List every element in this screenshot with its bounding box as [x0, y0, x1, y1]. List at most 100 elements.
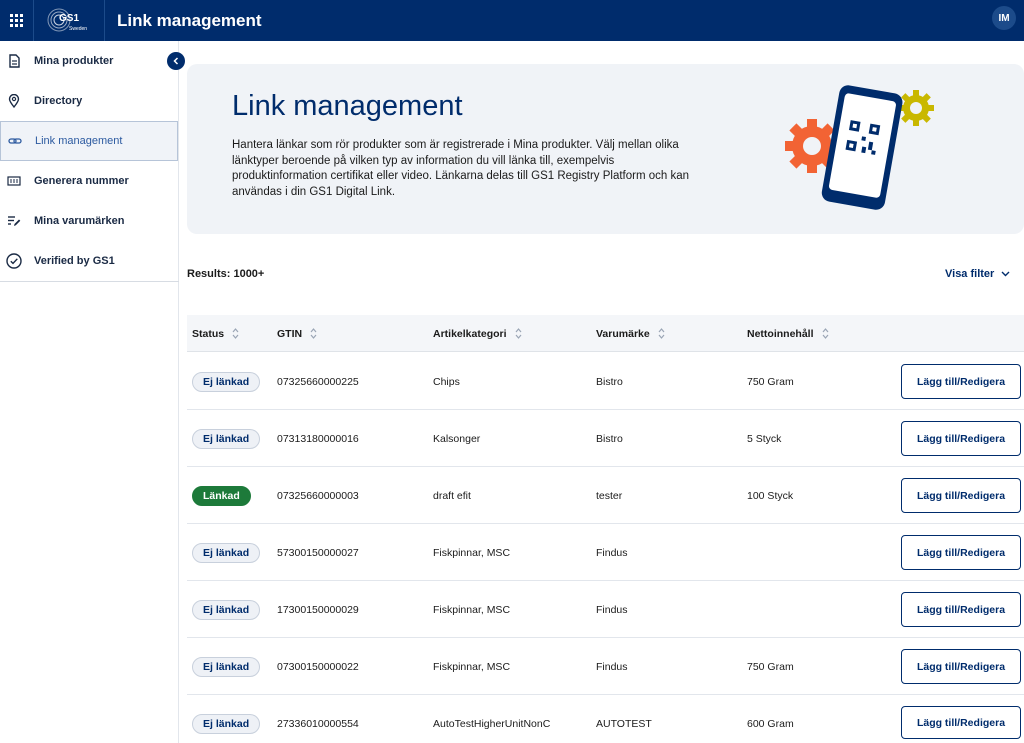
add-edit-button[interactable]: Lägg till/Redigera	[901, 706, 1021, 739]
sort-icon	[310, 328, 317, 339]
sort-icon	[515, 328, 521, 339]
document-icon	[6, 53, 22, 69]
add-edit-button[interactable]: Lägg till/Redigera	[901, 535, 1021, 570]
table-row: Ej länkad 07313180000016 Kalsonger Bistr…	[187, 410, 1024, 467]
column-label: Artikelkategori	[433, 327, 507, 340]
app-launcher-button[interactable]	[0, 0, 33, 41]
table-header: Status GTIN Artikelkategori Varumärke Ne…	[187, 315, 1024, 352]
column-label: Varumärke	[596, 327, 650, 340]
status-badge: Ej länkad	[192, 599, 261, 620]
table-row: Ej länkad 57300150000027 Fiskpinnar, MSC…	[187, 524, 1024, 581]
sidebar-item-mina-produkter[interactable]: Mina produkter	[0, 41, 178, 81]
table-row: Ej länkad 07325660000225 Chips Bistro 75…	[187, 353, 1024, 410]
status-badge: Ej länkad	[192, 656, 261, 677]
hero-description: Hantera länkar som rör produkter som är …	[232, 139, 690, 198]
sidebar-item-label: Mina varumärken	[34, 215, 125, 227]
category-cell: Chips	[433, 375, 460, 388]
table-row: Ej länkad 07300150000022 Fiskpinnar, MSC…	[187, 638, 1024, 695]
sidebar-item-directory[interactable]: Directory	[0, 81, 178, 121]
logo-subtext: Sweden	[69, 25, 88, 32]
sort-icon	[232, 328, 239, 339]
column-label: GTIN	[277, 327, 303, 340]
gtin-cell: 07313180000016	[277, 432, 359, 445]
status-badge: Ej länkad	[192, 713, 261, 734]
sort-icon	[822, 328, 828, 339]
user-avatar[interactable]: IM	[992, 6, 1016, 30]
link-icon	[7, 133, 23, 149]
status-badge: Länkad	[192, 485, 251, 506]
table-row: Länkad 07325660000003 draft efit tester …	[187, 467, 1024, 524]
add-edit-button[interactable]: Lägg till/Redigera	[901, 421, 1021, 456]
net-content-cell: 600 Gram	[747, 717, 794, 730]
brand-cell: Findus	[596, 603, 628, 616]
gtin-cell: 27336010000554	[277, 717, 359, 730]
status-badge: Ej länkad	[192, 371, 261, 392]
net-content-cell: 5 Styck	[747, 432, 782, 445]
column-header-gtin[interactable]: GTIN	[277, 315, 317, 352]
gs1-logo: GS1 Sweden	[47, 7, 91, 35]
gtin-cell: 07325660000003	[277, 489, 359, 502]
yellow-gear-icon	[898, 90, 934, 126]
column-label: Status	[192, 327, 225, 340]
filter-label: Visa filter	[945, 268, 995, 280]
net-content-cell: 750 Gram	[747, 375, 794, 388]
chevron-down-icon	[1001, 271, 1010, 277]
hero-banner: Link management Hantera länkar som rör p…	[187, 64, 1024, 234]
apps-grid-icon	[10, 14, 23, 27]
sidebar-item-label: Generera nummer	[34, 175, 129, 187]
column-header-status[interactable]: Status	[192, 315, 239, 352]
brand-cell: tester	[596, 489, 623, 502]
gtin-cell: 07325660000225	[277, 375, 359, 388]
logo-container[interactable]: GS1 Sweden	[33, 0, 105, 41]
sidebar-item-generera-nummer[interactable]: Generera nummer	[0, 161, 178, 201]
brand-cell: Findus	[596, 660, 628, 673]
table-row: Ej länkad 17300150000029 Fiskpinnar, MSC…	[187, 581, 1024, 638]
gtin-cell: 07300150000022	[277, 660, 359, 673]
sidebar-item-label: Link management	[35, 135, 123, 147]
column-label: Nettoinnehåll	[747, 327, 814, 340]
category-cell: AutoTestHigherUnitNonC	[433, 717, 551, 730]
results-count: Results: 1000+	[187, 268, 265, 280]
net-content-cell: 750 Gram	[747, 660, 794, 673]
check-circle-icon	[6, 253, 22, 269]
status-badge: Ej länkad	[192, 542, 261, 563]
sidebar-item-mina-varumarken[interactable]: Mina varumärken	[0, 201, 178, 241]
barcode-number-icon	[6, 173, 22, 189]
brand-cell: Findus	[596, 546, 628, 559]
sidebar: Mina produkter Directory Link management…	[0, 41, 179, 743]
sidebar-item-verified-by-gs1[interactable]: Verified by GS1	[0, 241, 178, 281]
column-header-artikelkategori[interactable]: Artikelkategori	[433, 315, 522, 352]
logo-text: GS1	[59, 12, 80, 24]
top-bar: GS1 Sweden Link management IM	[0, 0, 1024, 41]
chevron-left-icon	[173, 57, 179, 65]
category-cell: draft efit	[433, 489, 471, 502]
add-edit-button[interactable]: Lägg till/Redigera	[901, 649, 1021, 684]
add-edit-button[interactable]: Lägg till/Redigera	[901, 478, 1021, 513]
show-filter-button[interactable]: Visa filter	[945, 268, 1010, 280]
edit-list-icon	[6, 213, 22, 229]
net-content-cell: 100 Styck	[747, 489, 794, 502]
sort-icon	[658, 328, 665, 339]
category-cell: Kalsonger	[433, 432, 481, 445]
gtin-cell: 57300150000027	[277, 546, 359, 559]
column-header-varumarke[interactable]: Varumärke	[596, 315, 665, 352]
sidebar-item-label: Verified by GS1	[34, 255, 115, 267]
location-pin-icon	[6, 93, 22, 109]
category-cell: Fiskpinnar, MSC	[433, 603, 511, 616]
category-cell: Fiskpinnar, MSC	[433, 660, 511, 673]
brand-cell: AUTOTEST	[596, 717, 652, 730]
column-header-nettoinnehall[interactable]: Nettoinnehåll	[747, 315, 829, 352]
table-row: Ej länkad 27336010000554 AutoTestHigherU…	[187, 695, 1024, 743]
phone-qr-illustration	[784, 78, 944, 218]
sidebar-divider	[0, 281, 179, 282]
status-badge: Ej länkad	[192, 428, 261, 449]
sidebar-item-link-management[interactable]: Link management	[0, 121, 178, 161]
category-cell: Fiskpinnar, MSC	[433, 546, 511, 559]
brand-cell: Bistro	[596, 375, 623, 388]
add-edit-button[interactable]: Lägg till/Redigera	[901, 592, 1021, 627]
add-edit-button[interactable]: Lägg till/Redigera	[901, 364, 1021, 399]
page-title: Link management	[232, 90, 463, 122]
sidebar-item-label: Directory	[34, 95, 83, 107]
sidebar-collapse-button[interactable]	[167, 52, 185, 70]
app-title: Link management	[117, 10, 262, 30]
